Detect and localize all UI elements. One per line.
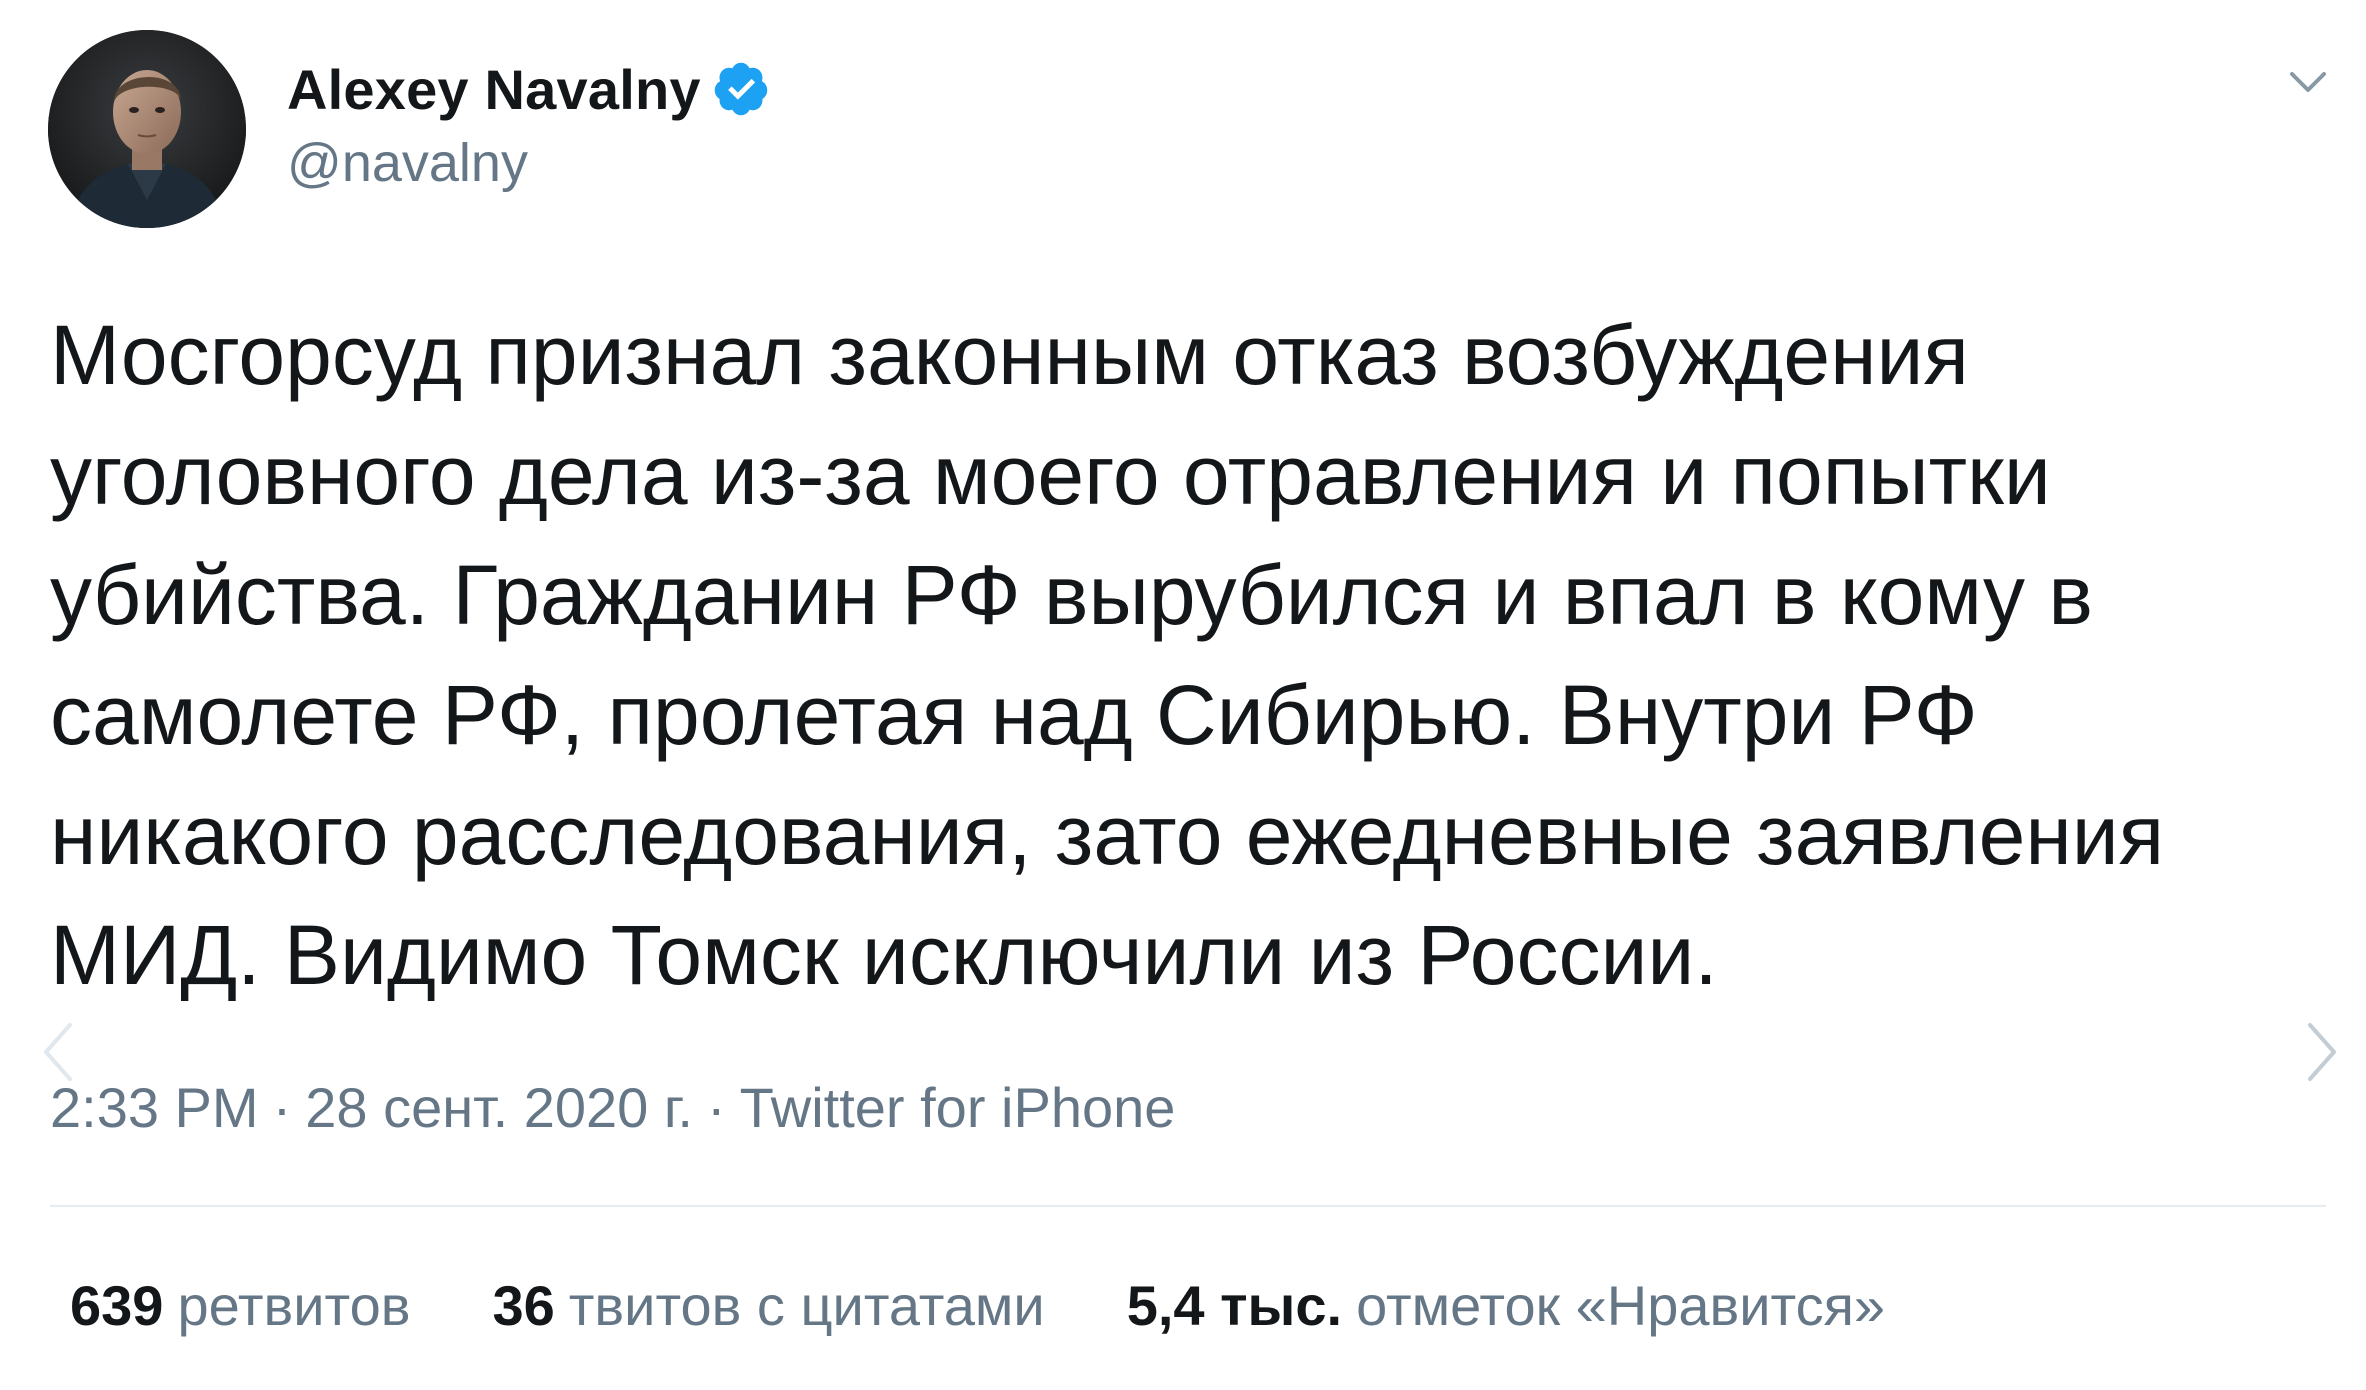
tweet-stats: 639 ретвитов 36 твитов с цитатами 5,4 ты…	[70, 1270, 1967, 1340]
likes-stat[interactable]: 5,4 тыс. отметок «Нравится»	[1127, 1273, 1885, 1338]
chevron-right-icon[interactable]	[2296, 1017, 2346, 1087]
tweet-source[interactable]: Twitter for iPhone	[740, 1075, 1176, 1140]
tweet-card: Alexey Navalny @navalny Мосгорсуд призна…	[0, 0, 2366, 1390]
retweets-stat[interactable]: 639 ретвитов	[70, 1273, 410, 1338]
retweets-label: ретвитов	[177, 1273, 411, 1337]
retweets-count: 639	[70, 1273, 164, 1337]
author-name-row: Alexey Navalny	[287, 52, 771, 126]
avatar[interactable]	[48, 30, 246, 228]
tweet-date[interactable]: 28 сент. 2020 г.	[305, 1075, 693, 1140]
quote-tweets-stat[interactable]: 36 твитов с цитатами	[492, 1273, 1044, 1338]
quote-tweets-count: 36	[492, 1273, 555, 1337]
author-block: Alexey Navalny @navalny	[287, 52, 771, 194]
verified-badge-icon	[711, 59, 771, 119]
likes-label: отметок «Нравится»	[1356, 1273, 1886, 1337]
author-display-name[interactable]: Alexey Navalny	[287, 57, 701, 122]
tweet-meta: 2:33 PM · 28 сент. 2020 г. · Twitter for…	[50, 1072, 1175, 1142]
tweet-text: Мосгорсуд признал законным отказ возбужд…	[50, 308, 2165, 1002]
meta-separator: ·	[706, 1075, 726, 1139]
tweet-time[interactable]: 2:33 PM	[50, 1075, 259, 1140]
quote-tweets-label: твитов с цитатами	[568, 1273, 1045, 1337]
author-handle[interactable]: @navalny	[287, 132, 771, 194]
divider	[50, 1205, 2326, 1207]
meta-separator: ·	[272, 1075, 292, 1139]
chevron-down-icon[interactable]	[2280, 54, 2336, 110]
likes-count: 5,4 тыс.	[1126, 1273, 1343, 1337]
avatar-photo	[48, 30, 246, 228]
